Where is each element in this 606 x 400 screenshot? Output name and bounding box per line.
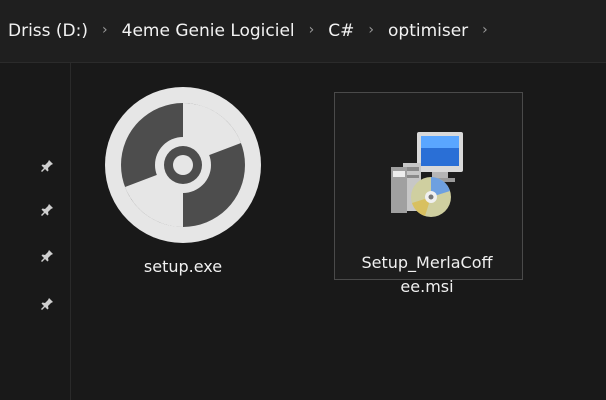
breadcrumb-separator[interactable]: › — [309, 22, 315, 38]
pin-icon[interactable] — [40, 159, 54, 173]
breadcrumb[interactable]: Driss (D:) › 4eme Genie Logiciel › C# › … — [0, 0, 606, 63]
breadcrumb-item-drive[interactable]: Driss (D:) — [6, 21, 90, 41]
breadcrumb-separator[interactable]: › — [102, 22, 108, 38]
file-name: setup.exe — [143, 257, 223, 276]
breadcrumb-item-folder-optimiser[interactable]: optimiser — [386, 21, 470, 41]
file-item-setup-msi[interactable]: Setup_MerlaCoff ee.msi — [327, 85, 527, 299]
breadcrumb-separator[interactable]: › — [368, 22, 374, 38]
installer-icon — [391, 132, 463, 217]
file-name-continued: ee.msi — [400, 277, 454, 296]
pin-icon[interactable] — [40, 203, 54, 217]
breadcrumb-separator[interactable]: › — [482, 22, 488, 38]
file-name: Setup_MerlaCoff — [361, 253, 493, 272]
file-item-setup-exe[interactable]: setup.exe — [103, 85, 263, 279]
breadcrumb-item-folder-csharp[interactable]: C# — [326, 21, 356, 41]
disc-icon — [105, 87, 261, 243]
pin-icon[interactable] — [40, 249, 54, 263]
navigation-pane — [0, 63, 71, 400]
breadcrumb-item-folder-genie[interactable]: 4eme Genie Logiciel — [120, 21, 297, 41]
pin-icon[interactable] — [40, 297, 54, 311]
file-explorer-window: Driss (D:) › 4eme Genie Logiciel › C# › … — [0, 0, 606, 400]
file-list: setup.exe Setup_MerlaCoff ee.msi — [71, 63, 606, 400]
